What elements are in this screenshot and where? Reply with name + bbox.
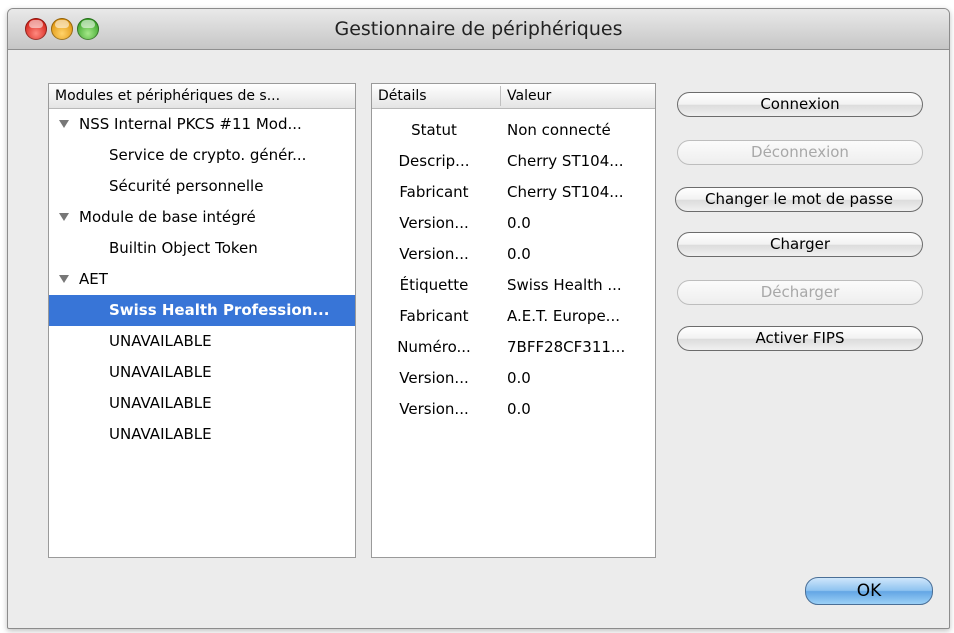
module-tree-item[interactable]: Module de base intégré xyxy=(49,202,355,233)
device-manager-window: Gestionnaire de périphériques Modules et… xyxy=(7,8,950,629)
charger-button[interactable]: Charger xyxy=(677,232,923,257)
detail-name: Descrip... xyxy=(398,152,470,170)
detail-row[interactable]: Descrip... Cherry ST104... xyxy=(372,146,655,177)
tree-item-label: Service de crypto. génér... xyxy=(109,146,307,164)
detail-value: Cherry ST104... xyxy=(507,183,624,201)
detail-row[interactable]: Fabricant Cherry ST104... xyxy=(372,177,655,208)
change-password-button[interactable]: Changer le mot de passe xyxy=(675,187,923,212)
detail-value: Swiss Health ... xyxy=(507,276,622,294)
modules-column-header-label: Modules et périphériques de s... xyxy=(55,88,281,104)
detail-name: Étiquette xyxy=(399,276,469,294)
disclosure-triangle-icon[interactable] xyxy=(59,213,69,221)
detail-name: Version... xyxy=(399,245,469,263)
tree-item-label: Sécurité personnelle xyxy=(109,177,264,195)
detail-name: Version... xyxy=(399,400,469,418)
detail-row[interactable]: Statut Non connecté xyxy=(372,115,655,146)
tree-item-label: Swiss Health Profession... xyxy=(109,301,330,319)
module-tree-item[interactable]: NSS Internal PKCS #11 Mod... xyxy=(49,109,355,140)
detail-row[interactable]: Version... 0.0 xyxy=(372,363,655,394)
details-panel[interactable]: Détails Valeur Statut Non connecté Descrip… xyxy=(371,83,656,558)
detail-row[interactable]: Fabricant A.E.T. Europe... xyxy=(372,301,655,332)
modules-tree-panel[interactable]: Modules et périphériques de s... NSS Int… xyxy=(48,83,356,558)
detail-row[interactable]: Numéro... 7BFF28CF311... xyxy=(372,332,655,363)
decharger-button[interactable]: Décharger xyxy=(677,280,923,305)
tree-item-label: UNAVAILABLE xyxy=(109,332,212,350)
detail-name: Fabricant xyxy=(399,307,469,325)
connexion-button[interactable]: Connexion xyxy=(677,92,923,117)
tree-item-label: NSS Internal PKCS #11 Mod... xyxy=(79,115,302,133)
tree-item-label: Module de base intégré xyxy=(79,208,256,226)
detail-name: Version... xyxy=(399,214,469,232)
value-column-header[interactable]: Valeur xyxy=(501,84,655,108)
token-tree-item[interactable]: UNAVAILABLE xyxy=(49,326,355,357)
title-bar[interactable]: Gestionnaire de périphériques xyxy=(8,9,949,50)
detail-name: Statut xyxy=(411,121,457,139)
detail-name: Numéro... xyxy=(397,338,471,356)
detail-row[interactable]: Version... 0.0 xyxy=(372,239,655,270)
activer-fips-button[interactable]: Activer FIPS xyxy=(677,326,923,351)
detail-row[interactable]: Version... 0.0 xyxy=(372,208,655,239)
window-title: Gestionnaire de périphériques xyxy=(334,18,623,40)
disclosure-triangle-icon[interactable] xyxy=(59,120,69,128)
token-tree-item[interactable]: Builtin Object Token xyxy=(49,233,355,264)
detail-value: Cherry ST104... xyxy=(507,152,624,170)
detail-value: 0.0 xyxy=(507,214,531,232)
disclosure-triangle-icon[interactable] xyxy=(59,275,69,283)
token-tree-item[interactable]: Sécurité personnelle xyxy=(49,171,355,202)
detail-value: 0.0 xyxy=(507,369,531,387)
detail-value: Non connecté xyxy=(507,121,611,139)
details-column-header[interactable]: Détails xyxy=(372,84,500,108)
detail-value: A.E.T. Europe... xyxy=(507,307,620,325)
detail-row[interactable]: Étiquette Swiss Health ... xyxy=(372,270,655,301)
token-tree-item[interactable]: UNAVAILABLE xyxy=(49,357,355,388)
detail-value: 0.0 xyxy=(507,245,531,263)
details-table-header: Détails Valeur xyxy=(372,84,655,109)
tree-item-label: Builtin Object Token xyxy=(109,239,258,257)
detail-value: 7BFF28CF311... xyxy=(507,338,626,356)
tree-item-label: AET xyxy=(79,270,108,288)
token-tree-item[interactable]: UNAVAILABLE xyxy=(49,388,355,419)
tree-item-label: UNAVAILABLE xyxy=(109,425,212,443)
modules-column-header[interactable]: Modules et périphériques de s... xyxy=(49,84,355,109)
token-tree-item[interactable]: Service de crypto. génér... xyxy=(49,140,355,171)
tree-item-label: UNAVAILABLE xyxy=(109,363,212,381)
tree-item-label: UNAVAILABLE xyxy=(109,394,212,412)
token-tree-item[interactable]: UNAVAILABLE xyxy=(49,419,355,450)
detail-row[interactable]: Version... 0.0 xyxy=(372,394,655,425)
module-tree-item[interactable]: AET xyxy=(49,264,355,295)
token-tree-item[interactable]: Swiss Health Profession... xyxy=(49,295,355,326)
detail-name: Version... xyxy=(399,369,469,387)
ok-button[interactable]: OK xyxy=(805,577,933,605)
deconnexion-button[interactable]: Déconnexion xyxy=(677,140,923,165)
detail-name: Fabricant xyxy=(399,183,469,201)
detail-value: 0.0 xyxy=(507,400,531,418)
